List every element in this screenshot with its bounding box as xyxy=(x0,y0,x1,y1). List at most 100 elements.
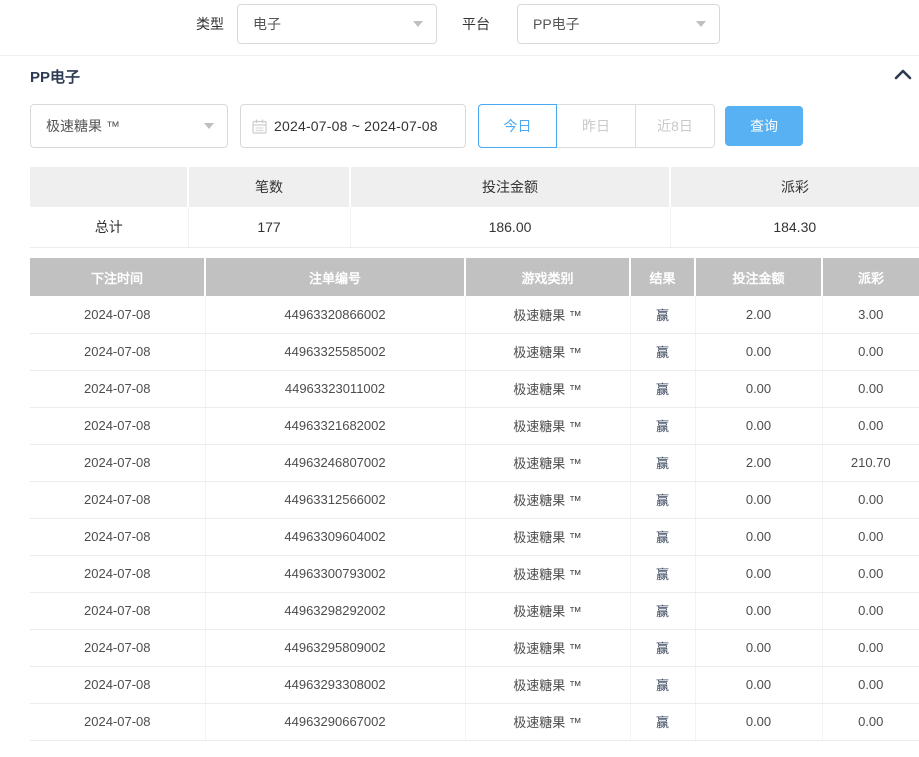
cell-bet-amount: 0.00 xyxy=(695,481,822,518)
chevron-up-icon xyxy=(893,66,913,84)
cell-game: 极速糖果 ™ xyxy=(465,592,630,629)
summary-header-row: 笔数 投注金额 派彩 xyxy=(30,167,919,207)
today-button[interactable]: 今日 xyxy=(478,104,557,148)
collapse-section-button[interactable] xyxy=(893,66,913,84)
header-bet-amount: 投注金额 xyxy=(695,258,822,296)
game-select[interactable]: 极速糖果 ™ xyxy=(30,104,228,148)
cell-payout: 0.00 xyxy=(822,592,919,629)
summary-total-label: 总计 xyxy=(30,207,188,247)
records-header-row: 下注时间 注单编号 游戏类别 结果 投注金额 派彩 xyxy=(30,258,919,296)
cell-bet-id: 44963320866002 xyxy=(205,296,465,333)
cell-bet-date: 2024-07-08 xyxy=(30,481,205,518)
type-select-value: 电子 xyxy=(253,14,281,34)
cell-bet-amount: 2.00 xyxy=(695,444,822,481)
cell-bet-id: 44963300793002 xyxy=(205,555,465,592)
cell-game: 极速糖果 ™ xyxy=(465,629,630,666)
header-game-category: 游戏类别 xyxy=(465,258,630,296)
cell-bet-date: 2024-07-08 xyxy=(30,518,205,555)
cell-result: 赢 xyxy=(630,629,695,666)
header-result: 结果 xyxy=(630,258,695,296)
yesterday-button[interactable]: 昨日 xyxy=(557,104,636,148)
cell-bet-date: 2024-07-08 xyxy=(30,592,205,629)
cell-result: 赢 xyxy=(630,481,695,518)
cell-result: 赢 xyxy=(630,518,695,555)
table-row: 2024-07-08 44963320866002 极速糖果 ™ 赢 2.00 … xyxy=(30,296,919,333)
cell-bet-id: 44963323011002 xyxy=(205,370,465,407)
cell-result: 赢 xyxy=(630,592,695,629)
summary-header-count: 笔数 xyxy=(188,167,350,207)
top-filter-bar: 类型 电子 平台 PP电子 xyxy=(0,0,919,56)
summary-header-payout: 派彩 xyxy=(670,167,919,207)
last-8-days-button[interactable]: 近8日 xyxy=(636,104,715,148)
cell-bet-date: 2024-07-08 xyxy=(30,555,205,592)
table-row: 2024-07-08 44963323011002 极速糖果 ™ 赢 0.00 … xyxy=(30,370,919,407)
table-row: 2024-07-08 44963321682002 极速糖果 ™ 赢 0.00 … xyxy=(30,407,919,444)
header-payout: 派彩 xyxy=(822,258,919,296)
search-button[interactable]: 查询 xyxy=(725,106,803,146)
cell-bet-amount: 0.00 xyxy=(695,370,822,407)
summary-total-bet-amount: 186.00 xyxy=(350,207,670,247)
cell-game: 极速糖果 ™ xyxy=(465,481,630,518)
cell-payout: 0.00 xyxy=(822,555,919,592)
calendar-icon xyxy=(252,119,267,134)
cell-game: 极速糖果 ™ xyxy=(465,703,630,740)
quick-date-button-group: 今日 昨日 近8日 xyxy=(478,104,715,148)
chevron-down-icon xyxy=(204,123,214,129)
chevron-down-icon xyxy=(413,21,423,27)
cell-bet-id: 44963312566002 xyxy=(205,481,465,518)
platform-label: 平台 xyxy=(462,16,490,32)
cell-result: 赢 xyxy=(630,555,695,592)
summary-total-payout: 184.30 xyxy=(670,207,919,247)
cell-game: 极速糖果 ™ xyxy=(465,555,630,592)
cell-bet-amount: 0.00 xyxy=(695,629,822,666)
cell-bet-amount: 0.00 xyxy=(695,407,822,444)
cell-payout: 3.00 xyxy=(822,296,919,333)
cell-result: 赢 xyxy=(630,296,695,333)
cell-bet-amount: 0.00 xyxy=(695,555,822,592)
type-select[interactable]: 电子 xyxy=(237,4,437,44)
date-range-picker[interactable]: 2024-07-08 ~ 2024-07-08 xyxy=(240,104,466,148)
cell-game: 极速糖果 ™ xyxy=(465,296,630,333)
table-row: 2024-07-08 44963298292002 极速糖果 ™ 赢 0.00 … xyxy=(30,592,919,629)
platform-select[interactable]: PP电子 xyxy=(517,4,720,44)
cell-result: 赢 xyxy=(630,407,695,444)
cell-bet-amount: 0.00 xyxy=(695,703,822,740)
cell-result: 赢 xyxy=(630,370,695,407)
table-row: 2024-07-08 44963309604002 极速糖果 ™ 赢 0.00 … xyxy=(30,518,919,555)
cell-bet-id: 44963321682002 xyxy=(205,407,465,444)
table-row: 2024-07-08 44963325585002 极速糖果 ™ 赢 0.00 … xyxy=(30,333,919,370)
table-row: 2024-07-08 44963290667002 极速糖果 ™ 赢 0.00 … xyxy=(30,703,919,740)
cell-bet-id: 44963293308002 xyxy=(205,666,465,703)
records-tbody: 2024-07-08 44963320866002 极速糖果 ™ 赢 2.00 … xyxy=(30,296,919,740)
cell-bet-date: 2024-07-08 xyxy=(30,407,205,444)
summary-header-empty xyxy=(30,167,188,207)
cell-game: 极速糖果 ™ xyxy=(465,444,630,481)
type-label: 类型 xyxy=(196,16,224,32)
summary-table: 笔数 投注金额 派彩 总计 177 186.00 184.30 xyxy=(30,167,919,248)
cell-result: 赢 xyxy=(630,333,695,370)
cell-payout: 0.00 xyxy=(822,407,919,444)
cell-payout: 0.00 xyxy=(822,370,919,407)
chevron-down-icon xyxy=(696,21,706,27)
cell-bet-id: 44963309604002 xyxy=(205,518,465,555)
table-row: 2024-07-08 44963293308002 极速糖果 ™ 赢 0.00 … xyxy=(30,666,919,703)
cell-payout: 0.00 xyxy=(822,518,919,555)
cell-payout: 0.00 xyxy=(822,629,919,666)
cell-result: 赢 xyxy=(630,703,695,740)
cell-bet-date: 2024-07-08 xyxy=(30,296,205,333)
platform-select-value: PP电子 xyxy=(533,14,580,34)
cell-bet-id: 44963290667002 xyxy=(205,703,465,740)
cell-bet-amount: 2.00 xyxy=(695,296,822,333)
cell-bet-id: 44963325585002 xyxy=(205,333,465,370)
cell-result: 赢 xyxy=(630,444,695,481)
summary-total-row: 总计 177 186.00 184.30 xyxy=(30,207,919,247)
cell-bet-date: 2024-07-08 xyxy=(30,703,205,740)
cell-game: 极速糖果 ™ xyxy=(465,407,630,444)
cell-bet-date: 2024-07-08 xyxy=(30,444,205,481)
date-range-value: 2024-07-08 ~ 2024-07-08 xyxy=(274,118,438,134)
cell-payout: 0.00 xyxy=(822,703,919,740)
cell-payout: 210.70 xyxy=(822,444,919,481)
cell-payout: 0.00 xyxy=(822,666,919,703)
cell-bet-id: 44963298292002 xyxy=(205,592,465,629)
cell-bet-id: 44963295809002 xyxy=(205,629,465,666)
